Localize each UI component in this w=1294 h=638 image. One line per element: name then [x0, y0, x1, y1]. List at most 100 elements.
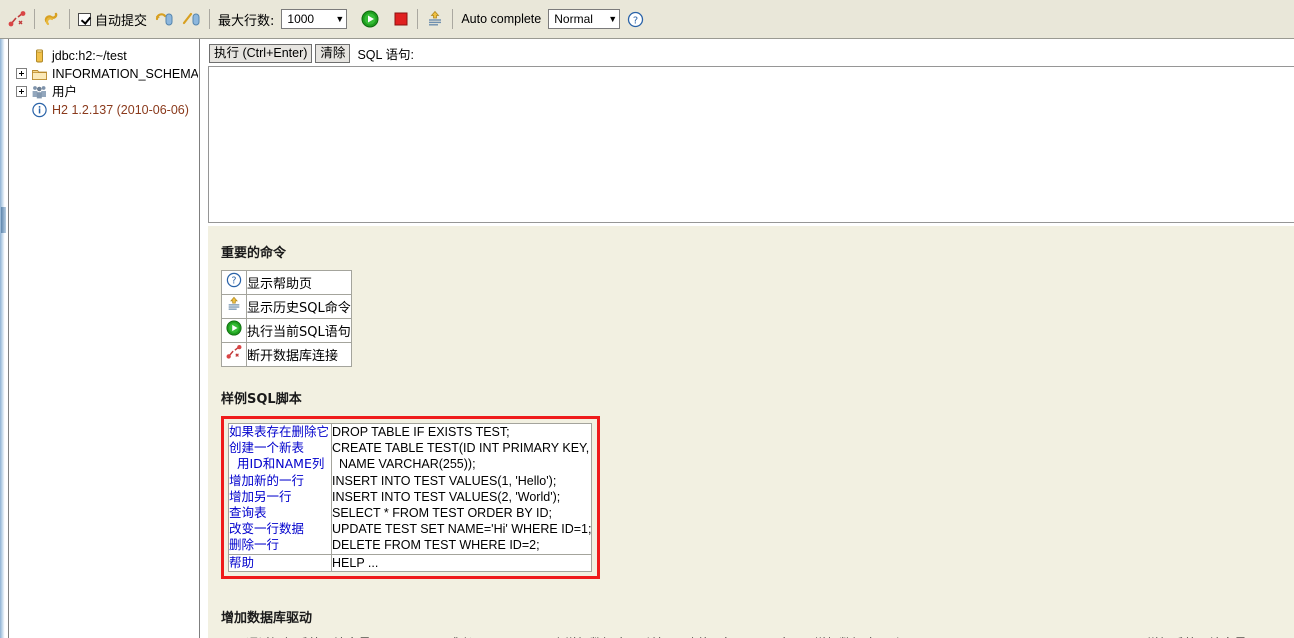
chevron-down-icon[interactable]: ▼ — [608, 14, 617, 24]
sample-description-cell: 帮助 — [228, 553, 332, 572]
refresh-icon[interactable] — [43, 5, 61, 33]
auto-commit-checkbox[interactable]: 自动提交 — [78, 5, 147, 33]
stop-icon[interactable] — [393, 5, 409, 33]
query-toolbar: 执行 (Ctrl+Enter) 清除 SQL 语句: — [209, 44, 414, 63]
command-icon-cell — [221, 342, 247, 367]
history-icon — [222, 296, 246, 312]
run-query-button[interactable]: 执行 (Ctrl+Enter) — [209, 44, 313, 63]
database-icon — [36, 49, 43, 62]
table-row[interactable]: 断开数据库连接 — [221, 342, 352, 367]
help-icon: ? — [222, 272, 246, 288]
description-line: 如果表存在删除它 — [229, 424, 330, 439]
expand-icon[interactable] — [16, 86, 27, 97]
sample-code-cell: DROP TABLE IF EXISTS TEST; CREATE TABLE … — [330, 423, 593, 555]
description-line: 增加新的一行 — [229, 472, 305, 488]
table-row[interactable]: 执行当前SQL语句 — [221, 318, 352, 343]
sidebar-item-version[interactable]: H2 1.2.137 (2010-06-06) — [16, 101, 198, 118]
splitter-grip[interactable] — [1, 207, 6, 233]
command-label[interactable]: 显示帮助页 — [246, 270, 352, 295]
description-line: 帮助 — [229, 554, 255, 570]
rollback-icon[interactable] — [181, 5, 201, 33]
run-icon[interactable] — [361, 5, 379, 33]
disconnect-icon[interactable] — [8, 5, 26, 33]
auto-complete-value: Normal — [554, 12, 593, 26]
info-icon — [32, 102, 47, 117]
code-line: NAME VARCHAR(255)); — [332, 457, 476, 472]
users-icon — [32, 85, 46, 98]
history-icon[interactable] — [426, 5, 444, 33]
code-line: INSERT INTO TEST VALUES(1, 'Hello'); — [332, 473, 557, 488]
table-row[interactable]: ? 显示帮助页 — [221, 270, 352, 295]
help-content-area: 重要的命令 ? 显示帮助页 显示历史SQL命令 执行当前SQL语句 断开数据库连… — [208, 226, 1294, 638]
run-icon — [222, 320, 246, 336]
code-line: UPDATE TEST SET NAME='Hi' WHERE ID=1; — [332, 522, 592, 537]
toolbar-separator — [452, 9, 454, 29]
auto-complete-group: Auto complete — [461, 5, 541, 33]
sample-sql-table: 如果表存在删除它 创建一个新表 用ID和NAME列 增加新的一行 增加另一行 查… — [228, 423, 593, 572]
sql-input[interactable] — [209, 67, 1294, 222]
sql-editor-container[interactable] — [208, 66, 1294, 223]
code-line: DROP TABLE IF EXISTS TEST; — [332, 425, 510, 439]
description-line: 用ID和NAME列 — [229, 456, 325, 472]
sidebar-item-connection[interactable]: jdbc:h2:~/test — [16, 47, 198, 64]
disconnect-icon — [222, 344, 246, 360]
database-tree-panel: jdbc:h2:~/test INFORMATION_SCHEMA 用户 H2 … — [10, 39, 198, 638]
sql-statement-label: SQL 语句: — [357, 48, 414, 62]
sample-sql-highlight-box: 如果表存在删除它 创建一个新表 用ID和NAME列 增加新的一行 增加另一行 查… — [221, 416, 601, 579]
max-rows-label: 最大行数: — [218, 13, 275, 29]
table-row: 如果表存在删除它 创建一个新表 用ID和NAME列 增加新的一行 增加另一行 查… — [228, 423, 593, 555]
auto-complete-select[interactable]: Normal ▼ — [548, 9, 621, 29]
commands-section-title: 重要的命令 — [221, 246, 287, 261]
h2-console-window: 自动提交 最大行数: 1000 ▼ Auto complete Normal ▼… — [0, 0, 1294, 638]
code-line: INSERT INTO TEST VALUES(2, 'World'); — [332, 489, 561, 504]
commit-icon[interactable] — [154, 5, 174, 33]
command-icon-cell — [221, 318, 247, 343]
description-line: 创建一个新表 — [229, 440, 305, 456]
auto-complete-label: Auto complete — [461, 12, 542, 26]
main-content-pane: 执行 (Ctrl+Enter) 清除 SQL 语句: 重要的命令 ? 显示帮助页… — [199, 39, 1294, 638]
table-row[interactable]: 显示历史SQL命令 — [221, 294, 352, 319]
sidebar-item-label: H2 1.2.137 (2010-06-06) — [52, 102, 189, 117]
auto-commit-label: 自动提交 — [95, 13, 148, 29]
folder-icon — [32, 69, 47, 80]
sample-description-cell: 如果表存在删除它 创建一个新表 用ID和NAME列 增加新的一行 增加另一行 查… — [228, 423, 332, 555]
description-line: 查询表 — [229, 505, 267, 521]
max-rows-select[interactable]: 1000 ▼ — [281, 9, 348, 29]
description-line: 增加另一行 — [229, 488, 292, 504]
sidebar-item-label: jdbc:h2:~/test — [52, 48, 127, 63]
code-line: DELETE FROM TEST WHERE ID=2; — [332, 538, 540, 553]
description-line: 删除一行 — [229, 537, 280, 553]
main-toolbar: 自动提交 最大行数: 1000 ▼ Auto complete Normal ▼… — [0, 0, 1294, 39]
table-row: 帮助 HELP ... — [228, 553, 593, 572]
max-rows-group: 最大行数: — [218, 5, 274, 33]
toolbar-separator — [209, 9, 211, 29]
sidebar-item-information-schema[interactable]: INFORMATION_SCHEMA — [16, 65, 198, 82]
driver-section-title: 增加数据库驱动 — [221, 610, 313, 626]
important-commands-table: ? 显示帮助页 显示历史SQL命令 执行当前SQL语句 断开数据库连接 — [221, 270, 352, 367]
chevron-down-icon[interactable]: ▼ — [335, 14, 344, 24]
sidebar-item-label: INFORMATION_SCHEMA — [52, 66, 198, 81]
command-label[interactable]: 断开数据库连接 — [246, 342, 352, 367]
command-label[interactable]: 执行当前SQL语句 — [246, 318, 352, 343]
help-icon[interactable]: ? — [627, 5, 644, 33]
checkbox-checked-icon[interactable] — [78, 12, 91, 26]
code-line: CREATE TABLE TEST(ID INT PRIMARY KEY, — [332, 441, 590, 456]
toolbar-separator — [69, 9, 70, 29]
sample-code-cell: HELP ... — [330, 553, 593, 572]
svg-text:?: ? — [633, 15, 638, 26]
command-icon-cell: ? — [221, 270, 247, 295]
description-line: 改变一行数据 — [229, 521, 305, 537]
svg-text:?: ? — [232, 275, 237, 286]
sample-section-title: 样例SQL脚本 — [221, 392, 302, 407]
code-line: HELP ... — [332, 555, 379, 570]
command-icon-cell — [221, 294, 247, 319]
sidebar-item-label: 用户 — [52, 84, 78, 99]
sidebar-item-users[interactable]: 用户 — [16, 83, 198, 100]
clear-query-button[interactable]: 清除 — [315, 44, 351, 63]
toolbar-separator — [34, 9, 35, 29]
code-line: SELECT * FROM TEST ORDER BY ID; — [332, 506, 552, 521]
command-label[interactable]: 显示历史SQL命令 — [246, 294, 352, 319]
window-left-splitter[interactable] — [0, 39, 9, 638]
max-rows-value: 1000 — [287, 12, 315, 26]
expand-icon[interactable] — [16, 68, 27, 79]
